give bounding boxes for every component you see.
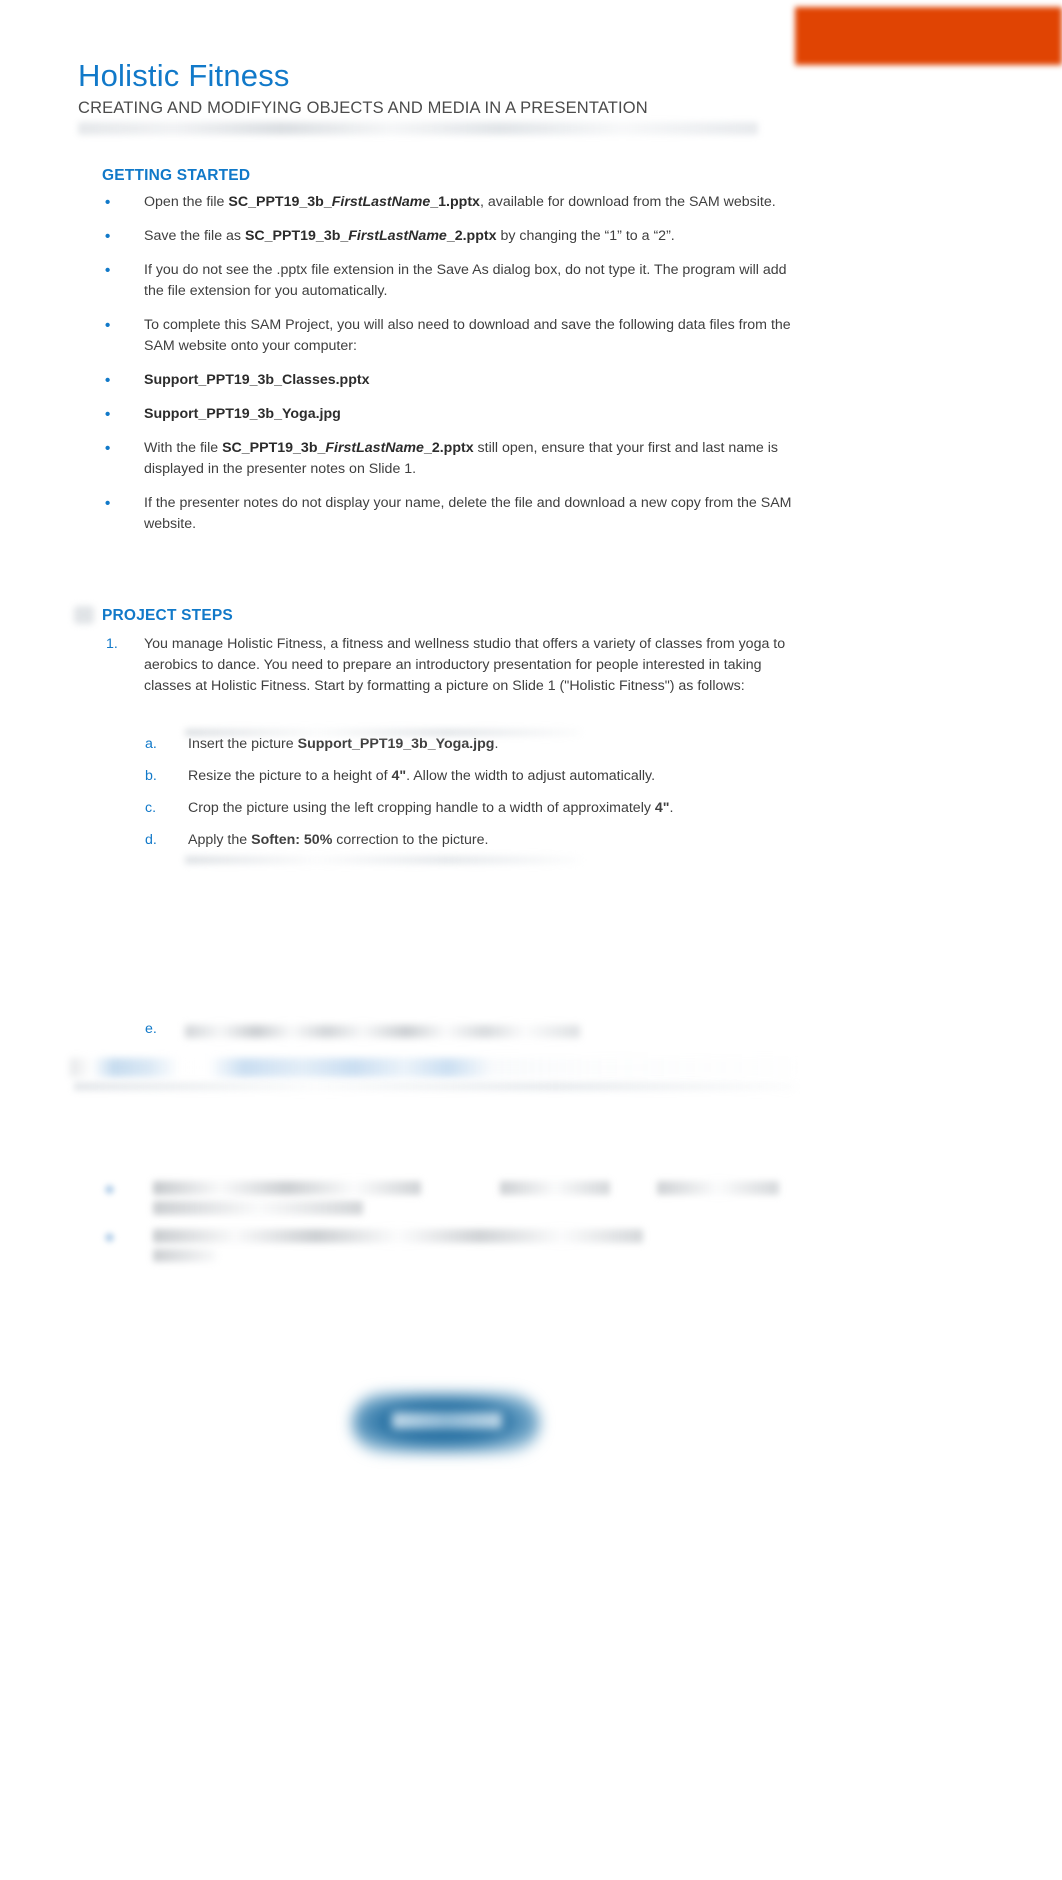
project-steps-list: 1. You manage Holistic Fitness, a fitness… (102, 634, 802, 705)
redacted-step-2-row (70, 1058, 797, 1077)
bullet-icon: • (105, 194, 111, 211)
list-item: • Open the file SC_PPT19_3b_FirstLastName… (102, 192, 802, 213)
redacted-lower-block (95, 1175, 805, 1265)
list-item: • Support_PPT19_3b_Classes.pptx (102, 370, 802, 391)
redacted-bullet-icon (105, 1185, 114, 1194)
list-item: • Save the file as SC_PPT19_3b_FirstLastN… (102, 226, 802, 247)
substep-text: Crop the picture using the left cropping… (188, 800, 674, 816)
redacted-text-row (153, 1249, 217, 1262)
bullet-icon: • (105, 317, 111, 334)
substep-text: Insert the picture Support_PPT19_3b_Yoga… (188, 736, 499, 752)
getting-started-list: • Open the file SC_PPT19_3b_FirstLastName… (102, 192, 802, 535)
list-item-text: With the file SC_PPT19_3b_FirstLastName_… (144, 440, 779, 477)
redacted-text-row (657, 1181, 779, 1195)
list-item: • With the file SC_PPT19_3b_FirstLastName… (102, 438, 802, 480)
page-subtitle: CREATING AND MODIFYING OBJECTS AND MEDIA… (78, 98, 648, 117)
substep-letter: c. (145, 800, 157, 816)
list-item: • If the presenter notes do not display y… (102, 493, 802, 535)
substep-letter: d. (145, 832, 157, 848)
substep-letter: b. (145, 768, 157, 784)
project-substep: a. Insert the picture Support_PPT19_3b_Yo… (145, 734, 805, 755)
project-substep: e. (145, 1019, 188, 1040)
project-substep: c. Crop the picture using the left croppi… (145, 798, 805, 819)
document-page: Holistic Fitness CREATING AND MODIFYING … (0, 0, 1062, 1880)
project-steps-heading: PROJECT STEPS (102, 607, 233, 624)
bullet-icon: • (105, 228, 111, 245)
list-item-text: Open the file SC_PPT19_3b_FirstLastName_… (144, 194, 776, 210)
redacted-rule-upper (185, 729, 581, 736)
project-substep: b. Resize the picture to a height of 4". … (145, 766, 805, 787)
bullet-icon: • (105, 440, 111, 457)
substep-text: Apply the Soften: 50% correction to the … (188, 832, 489, 848)
bullet-icon: • (105, 372, 111, 389)
redacted-text-row (500, 1181, 610, 1195)
redacted-text-row (153, 1229, 643, 1243)
list-item-text: If you do not see the .pptx file extensi… (144, 262, 787, 299)
list-item: • If you do not see the .pptx file extens… (102, 260, 802, 302)
substep-letter: a. (145, 736, 157, 752)
redacted-bullet-icon (105, 1233, 114, 1242)
getting-started-heading: GETTING STARTED (102, 167, 251, 184)
list-item-text: If the presenter notes do not display yo… (144, 495, 792, 532)
list-item-text: Support_PPT19_3b_Yoga.jpg (144, 406, 341, 422)
bullet-icon: • (105, 495, 111, 512)
list-item: • Support_PPT19_3b_Yoga.jpg (102, 404, 802, 425)
redacted-text-row (153, 1181, 421, 1195)
list-item-text: To complete this SAM Project, you will a… (144, 317, 791, 354)
bullet-icon: • (105, 262, 111, 279)
redacted-rule-lower (185, 856, 581, 864)
redacted-wide-rule (74, 1082, 797, 1091)
brand-logo-block (795, 7, 1062, 65)
redacted-text-row (153, 1201, 363, 1215)
project-step: 1. You manage Holistic Fitness, a fitness… (102, 634, 802, 697)
redacted-substep-e-text (185, 1025, 580, 1038)
step-number: 1. (106, 636, 118, 652)
list-item-text: Save the file as SC_PPT19_3b_FirstLastNa… (144, 228, 675, 244)
page-title: Holistic Fitness (78, 58, 290, 93)
redacted-header-note (78, 121, 758, 135)
project-steps-marker-icon (74, 606, 94, 624)
list-item-text: Support_PPT19_3b_Classes.pptx (144, 372, 370, 388)
bullet-icon: • (105, 406, 111, 423)
redacted-action-button-label (392, 1412, 502, 1429)
step-text: You manage Holistic Fitness, a fitness a… (144, 636, 786, 694)
document-header: Holistic Fitness CREATING AND MODIFYING … (78, 58, 908, 135)
project-step-1-substeps: a. Insert the picture Support_PPT19_3b_Yo… (145, 734, 805, 1037)
project-substep: d. Apply the Soften: 50% correction to th… (145, 830, 805, 851)
substep-letter: e. (145, 1021, 157, 1037)
substep-text: Resize the picture to a height of 4". Al… (188, 768, 656, 784)
list-item: • To complete this SAM Project, you will … (102, 315, 802, 357)
